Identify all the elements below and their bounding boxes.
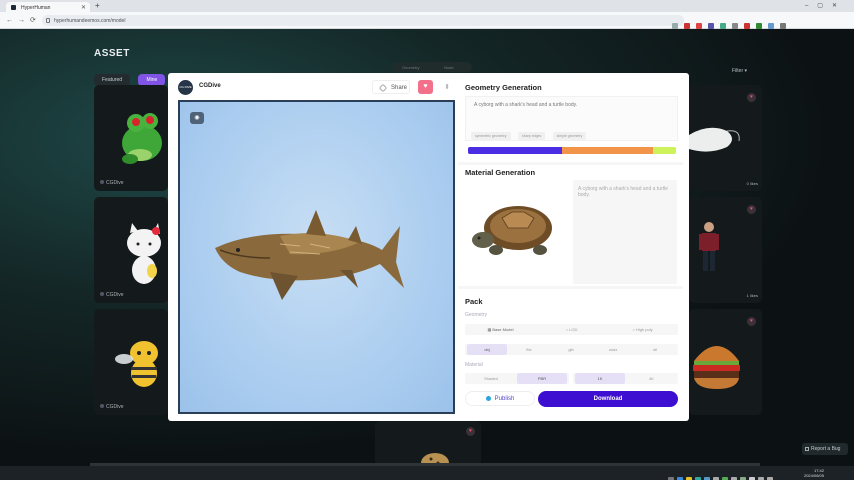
favorite-icon[interactable]: ♥	[747, 93, 756, 102]
os-taskbar: 17:42 2024/06/05	[0, 466, 854, 480]
favorite-icon[interactable]: ♥	[747, 205, 756, 214]
browser-tab[interactable]: HyperHuman ✕	[6, 2, 90, 12]
asset-card[interactable]: CGDive	[94, 85, 168, 191]
material-prompt-box[interactable]: A cyborg with a shark's head and a turtl…	[573, 180, 677, 284]
share-button[interactable]: Share	[372, 80, 410, 94]
asset-card[interactable]: ♥ 1 likes	[689, 197, 762, 303]
divider	[458, 162, 683, 165]
material-type-group: Shaded PBR	[465, 373, 569, 384]
clock[interactable]: 17:42 2024/06/05	[804, 468, 824, 478]
card-author: CGDive	[100, 292, 124, 298]
geometry-label: Geometry	[465, 312, 487, 318]
eye-icon[interactable]: ◉	[190, 112, 204, 124]
nav-buttons[interactable]: ←→⟳	[6, 16, 41, 24]
material-label: Material	[465, 362, 483, 368]
asset-card[interactable]: ♥	[689, 309, 762, 415]
tab-node[interactable]: Node	[444, 65, 454, 70]
bee-thumbnail	[115, 341, 158, 387]
browser-tab-bar: HyperHuman ✕ + –▢✕	[0, 0, 854, 12]
tag[interactable]: symmetric geometry	[471, 132, 511, 140]
favorite-icon[interactable]: ♥	[747, 317, 756, 326]
material-title: Material Generation	[465, 168, 536, 177]
geometry-tags: symmetric geometry sharp edges simple ge…	[471, 124, 589, 142]
asset-card[interactable]: CGDive	[94, 309, 168, 415]
material-pbr[interactable]: PBR	[517, 373, 567, 384]
creator-name[interactable]: CGDive	[199, 83, 221, 89]
pack-title: Pack	[465, 297, 483, 306]
filter-tabs: Featured Mine	[94, 68, 169, 86]
url-text: hyperhumandeemos.com/model	[54, 18, 126, 24]
publish-button[interactable]: Publish	[465, 391, 535, 406]
model-options: ▦ Base Model ○ LOD ○ High poly	[465, 324, 678, 335]
frog-thumbnail	[122, 113, 162, 164]
asset-detail-modal: CG DIVE CGDive Share ♥ ▮ ◉ Geometry Gene…	[168, 73, 689, 421]
format-options: obj fbx glb usdz stl	[465, 344, 678, 355]
address-bar-row: ←→⟳ hyperhumandeemos.com/model	[0, 12, 854, 29]
clock-date: 2024/06/05	[803, 473, 824, 478]
favorite-icon[interactable]: ♥	[466, 427, 475, 436]
favorite-button[interactable]: ♥	[418, 80, 433, 94]
more-icon[interactable]: ▮	[440, 80, 454, 94]
close-tab-icon[interactable]: ✕	[81, 4, 86, 11]
progress-segment-2	[653, 147, 676, 154]
asset-card[interactable]: ♥ 0 likes	[689, 85, 762, 191]
format-usdz[interactable]: usdz	[593, 344, 633, 355]
material-shaded[interactable]: Shaded	[467, 373, 515, 384]
asset-card[interactable]: ♥	[375, 421, 481, 466]
bug-icon	[805, 447, 809, 451]
report-bug-button[interactable]: Report a Bug	[802, 443, 848, 455]
progress-segment-0	[468, 147, 562, 154]
option-lod[interactable]: ○ LOD	[536, 324, 607, 335]
material-prompt: A cyborg with a shark's head and a turtl…	[578, 186, 668, 198]
tag[interactable]: sharp edges	[517, 132, 546, 140]
download-button[interactable]: Download	[538, 391, 678, 407]
asset-card[interactable]: CGDive	[94, 197, 168, 303]
turtle-material-preview[interactable]	[468, 198, 564, 264]
format-stl[interactable]: stl	[635, 344, 675, 355]
geometry-prompt-box[interactable]: A cyborg with a shark's head and a turtl…	[465, 96, 678, 141]
tag[interactable]: simple geometry	[552, 132, 587, 140]
geometry-prompt: A cyborg with a shark's head and a turtl…	[474, 102, 578, 108]
avatar[interactable]: CG DIVE	[178, 80, 193, 95]
lock-icon	[46, 18, 50, 23]
format-obj[interactable]: obj	[467, 344, 507, 355]
material-options: Shaded PBR 1K 4K	[465, 373, 678, 384]
tab-geometry[interactable]: Geometry	[402, 65, 420, 70]
publish-icon	[485, 396, 491, 401]
site-favicon-icon	[11, 5, 16, 10]
filter-button[interactable]: Filter ▾	[732, 68, 747, 74]
hello-kitty-thumbnail	[127, 223, 161, 284]
url-field[interactable]: hyperhumandeemos.com/model	[42, 15, 684, 26]
like-count: 1 likes	[746, 293, 758, 298]
like-count: 0 likes	[746, 181, 758, 186]
resolution-1k[interactable]: 1K	[575, 373, 625, 384]
mode-tabs: Geometry Node	[392, 62, 472, 72]
window-controls[interactable]: –▢✕	[805, 2, 846, 9]
page-title: ASSET	[94, 48, 130, 59]
resolution-4k[interactable]: 4K	[627, 373, 676, 384]
geometry-title: Geometry Generation	[465, 83, 542, 92]
model-viewport[interactable]: ◉	[178, 100, 455, 414]
leopard-thumbnail	[421, 453, 449, 466]
card-author: CGDive	[100, 180, 124, 186]
system-tray[interactable]	[668, 470, 776, 480]
option-high-poly[interactable]: ○ High poly	[607, 324, 678, 335]
generation-progress-bar	[468, 147, 676, 154]
new-tab-icon[interactable]: +	[95, 2, 100, 10]
shark-turtle-model	[215, 210, 404, 300]
resolution-group: 1K 4K	[573, 373, 678, 384]
progress-segment-1	[561, 147, 654, 154]
card-author: CGDive	[100, 404, 124, 410]
format-glb[interactable]: glb	[551, 344, 591, 355]
link-icon	[378, 83, 388, 93]
tab-title: HyperHuman	[21, 5, 51, 11]
divider	[458, 286, 683, 289]
option-base-model[interactable]: ▦ Base Model	[465, 324, 536, 335]
format-fbx[interactable]: fbx	[509, 344, 549, 355]
